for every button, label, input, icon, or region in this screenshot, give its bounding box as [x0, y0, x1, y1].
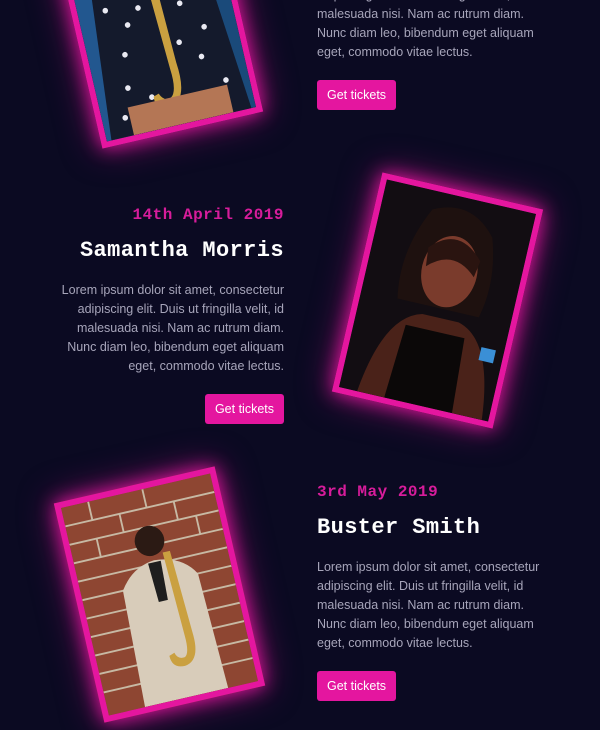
get-tickets-button[interactable]: Get tickets: [204, 394, 284, 424]
event-description: Lorem ipsum dolor sit amet, consectetur …: [61, 283, 284, 373]
event-date: 14th April 2019: [132, 206, 284, 224]
event-artist-name: Buster Smith: [317, 515, 481, 540]
event-description: adipiscing elit. Duis ut fringilla velit…: [317, 0, 534, 59]
event-photo-1: [51, 0, 264, 149]
event-date: 3rd May 2019: [317, 483, 439, 501]
get-tickets-button[interactable]: Get tickets: [317, 80, 397, 110]
event-description: Lorem ipsum dolor sit amet, consectetur …: [317, 560, 540, 650]
get-tickets-button[interactable]: Get tickets: [317, 671, 397, 701]
saxophone-player-photo-icon: [59, 0, 256, 142]
event-3: 3rd May 2019 Buster Smith Lorem ipsum do…: [317, 483, 555, 701]
event-photo-2: [331, 172, 544, 429]
event-2: 14th April 2019 Samantha Morris Lorem ip…: [46, 206, 284, 424]
singer-portrait-photo-icon: [339, 179, 536, 422]
event-artist-name: Samantha Morris: [79, 238, 284, 263]
saxophone-player-photo-icon: [61, 473, 258, 716]
event-1: adipiscing elit. Duis ut fringilla velit…: [317, 0, 555, 110]
event-photo-3: [53, 466, 266, 723]
